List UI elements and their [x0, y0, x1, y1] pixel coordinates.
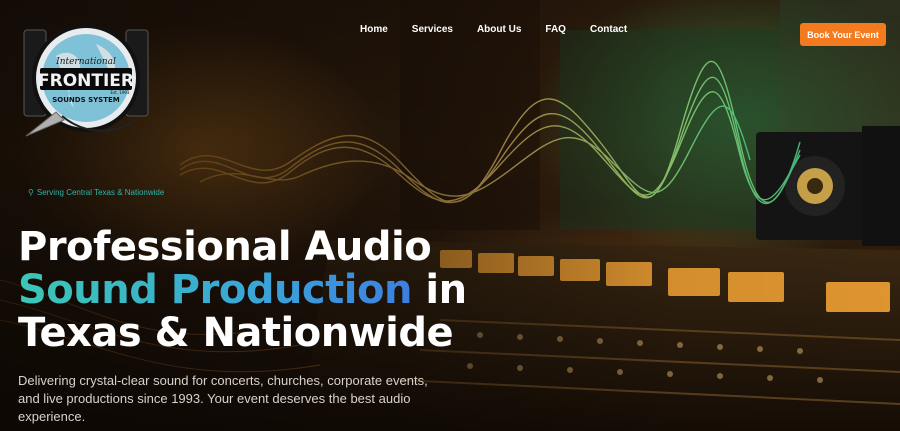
map-pin-icon: ⚲: [28, 188, 34, 197]
nav-home-link[interactable]: Home: [348, 22, 400, 37]
headline-line-1: Professional Audio: [18, 224, 432, 270]
nav-services-link[interactable]: Services: [400, 22, 465, 37]
hero-section: International FRONTIER SOUNDS SYSTEM Est…: [0, 0, 900, 431]
svg-text:FRONTIER: FRONTIER: [38, 71, 134, 91]
main-nav: Home Services About Us FAQ Contact: [348, 22, 639, 37]
nav-contact-link[interactable]: Contact: [578, 22, 639, 37]
headline-gradient-text: Sound Production: [18, 267, 412, 313]
svg-text:SOUNDS SYSTEM: SOUNDS SYSTEM: [52, 96, 120, 104]
hero-tagline: ⚲ Serving Central Texas & Nationwide: [28, 188, 164, 197]
hero-description: Delivering crystal-clear sound for conce…: [18, 373, 428, 424]
nav-faq-link[interactable]: FAQ: [533, 22, 578, 37]
hero-headline: Professional Audio Sound Production in T…: [18, 226, 488, 355]
tagline-text: Serving Central Texas & Nationwide: [36, 188, 165, 197]
svg-text:Est. 1993: Est. 1993: [111, 90, 130, 95]
book-your-event-button[interactable]: Book Your Event: [800, 23, 886, 46]
frontier-logo[interactable]: International FRONTIER SOUNDS SYSTEM Est…: [16, 16, 156, 142]
nav-about-link[interactable]: About Us: [465, 22, 533, 37]
headline-line-3: Texas & Nationwide: [18, 310, 454, 356]
svg-text:International: International: [55, 57, 116, 67]
headline-line-2-rest: in: [411, 267, 467, 313]
